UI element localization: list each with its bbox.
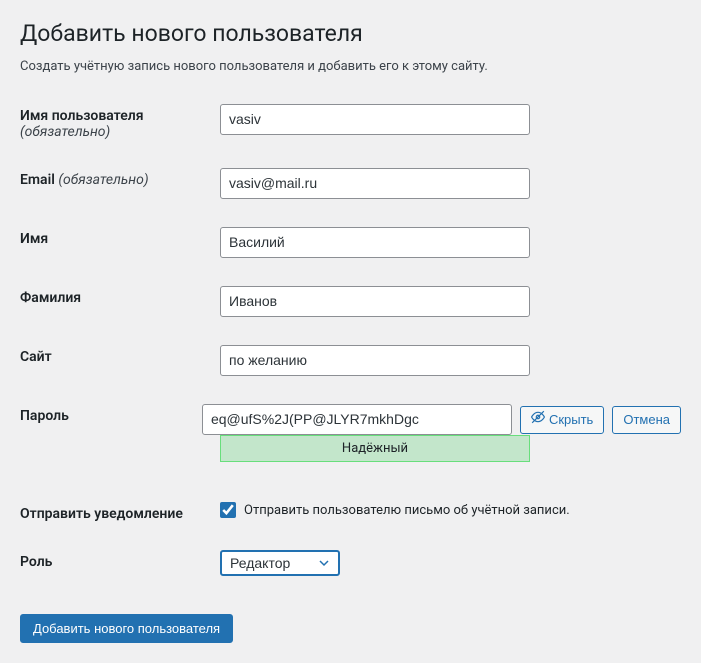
- password-row: Пароль Скрыть Отмена: [20, 404, 681, 435]
- notification-row: Отправить уведомление Отправить пользова…: [20, 502, 681, 522]
- password-input[interactable]: [202, 404, 512, 435]
- username-label: Имя пользователя: [20, 108, 144, 124]
- username-label-col: Имя пользователя (обязательно): [20, 104, 220, 140]
- hide-password-button[interactable]: Скрыть: [520, 406, 604, 434]
- password-strength-meter: Надёжный: [220, 435, 530, 462]
- lastname-row: Фамилия: [20, 286, 681, 317]
- firstname-input[interactable]: [220, 227, 530, 258]
- firstname-label: Имя: [20, 231, 48, 247]
- password-label: Пароль: [20, 408, 69, 424]
- username-input[interactable]: [220, 104, 530, 135]
- lastname-label: Фамилия: [20, 290, 81, 306]
- role-select[interactable]: Редактор: [220, 550, 340, 576]
- username-required: (обязательно): [20, 124, 110, 140]
- add-user-button[interactable]: Добавить нового пользователя: [20, 614, 233, 643]
- lastname-input[interactable]: [220, 286, 530, 317]
- website-row: Сайт: [20, 345, 681, 376]
- cancel-button-label: Отмена: [623, 410, 670, 430]
- role-row: Роль Редактор: [20, 550, 681, 576]
- email-row: Email (обязательно): [20, 168, 681, 199]
- email-label-col: Email (обязательно): [20, 168, 220, 188]
- notification-label: Отправить уведомление: [20, 506, 183, 522]
- email-input[interactable]: [220, 168, 530, 199]
- page-description: Создать учётную запись нового пользовате…: [20, 59, 681, 74]
- website-input[interactable]: [220, 345, 530, 376]
- eye-slash-icon: [531, 410, 545, 430]
- username-row: Имя пользователя (обязательно): [20, 104, 681, 140]
- cancel-password-button[interactable]: Отмена: [612, 406, 681, 434]
- notification-checkbox[interactable]: [220, 502, 236, 518]
- firstname-row: Имя: [20, 227, 681, 258]
- role-label: Роль: [20, 554, 52, 570]
- page-title: Добавить нового пользователя: [20, 20, 681, 47]
- notification-checkbox-label: Отправить пользователю письмо об учётной…: [244, 503, 570, 518]
- hide-button-label: Скрыть: [549, 410, 593, 430]
- email-label: Email: [20, 172, 55, 188]
- website-label: Сайт: [20, 349, 52, 365]
- email-required: (обязательно): [58, 172, 148, 188]
- user-form: Имя пользователя (обязательно) Email (об…: [20, 104, 681, 576]
